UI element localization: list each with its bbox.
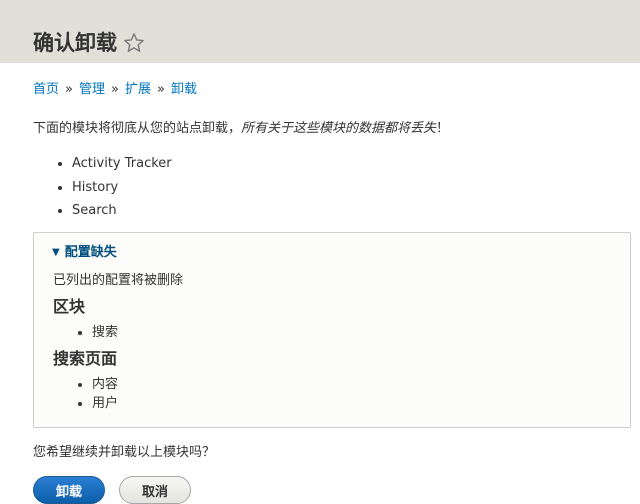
list-item: 用户 [92,394,118,413]
config-group-title: 搜索页面 [53,349,118,368]
module-list: Activity Tracker History Search [33,152,172,223]
config-description: 已列出的配置将被删除 [53,273,184,288]
breadcrumb-home[interactable]: 首页 [33,81,59,99]
intro-suffix: ！ [436,121,450,136]
page-header: 确认卸载 [0,0,640,63]
page-title-wrap: 确认卸载 [33,30,145,56]
breadcrumb-separator: » [65,82,73,97]
uninstall-button[interactable]: 卸载 [33,476,105,504]
triangle-down-icon: ▼ [52,247,60,258]
uninstall-intro: 下面的模块将彻底从您的站点卸载，所有关于这些模块的数据都将丢失！ [33,120,449,138]
config-details: ▼ 配置缺失 已列出的配置将被删除 区块 搜索 搜索页面 内容 用户 [33,232,631,428]
intro-warning: 所有关于这些模块的数据都将丢失 [241,121,437,136]
page-title: 确认卸载 [33,31,117,55]
intro-text: 下面的模块将彻底从您的站点卸载， [33,121,242,136]
star-outline-icon[interactable] [123,32,145,54]
list-item: 内容 [92,375,118,394]
confirm-question: 您希望继续并卸载以上模块吗？ [33,445,216,460]
config-summary-toggle[interactable]: ▼ 配置缺失 [52,244,117,262]
breadcrumb-separator: » [111,82,119,97]
list-item: History [72,176,172,200]
breadcrumb-separator: » [156,82,165,97]
list-item: Search [72,199,172,223]
list-item: 搜索 [92,323,118,342]
config-group-list: 内容 用户 [53,375,118,413]
config-group-title: 区块 [53,297,86,316]
list-item: Activity Tracker [72,152,172,176]
cancel-button[interactable]: 取消 [119,476,191,504]
breadcrumb: 首页 » 管理 » 扩展 » 卸载 [33,81,197,99]
breadcrumb-uninstall[interactable]: 卸载 [171,81,197,99]
config-group-list: 搜索 [53,323,118,342]
breadcrumb-extend[interactable]: 扩展 [125,81,151,99]
config-summary-label: 配置缺失 [64,245,117,260]
breadcrumb-admin[interactable]: 管理 [79,81,105,99]
